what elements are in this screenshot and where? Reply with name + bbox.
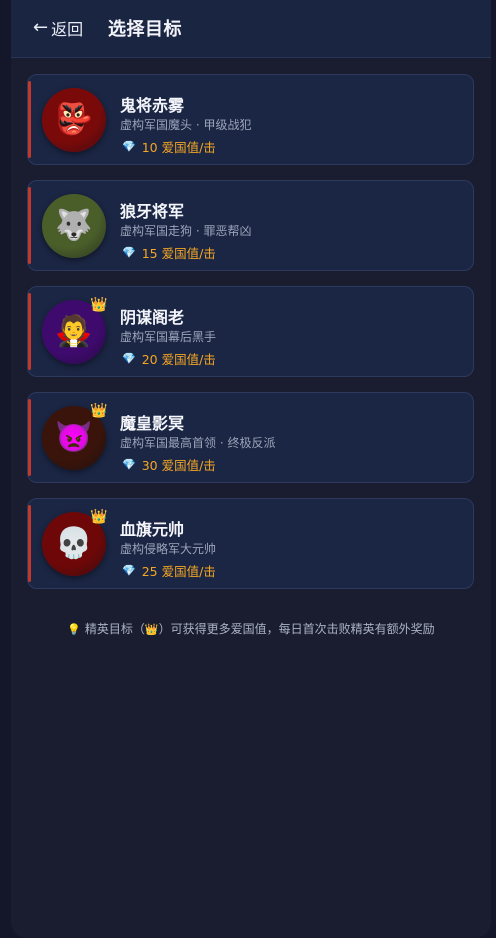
target-name: 阴谋阁老 xyxy=(120,308,185,327)
tip-text-after: ）可获得更多爱国值，每日首次击败精英有额外奖励 xyxy=(158,622,435,636)
target-card[interactable]: 👺 鬼将赤雾虚构军国魔头 · 甲级战犯 💎 10 爱国值/击 xyxy=(27,74,474,165)
gem-icon: 💎 xyxy=(122,246,136,259)
card-accent-bar xyxy=(28,81,31,158)
gem-icon: 💎 xyxy=(122,140,136,153)
card-accent-bar xyxy=(28,399,31,476)
reward-text: 25 爱国值/击 xyxy=(141,564,216,579)
target-name: 血旗元帅 xyxy=(120,520,185,539)
target-avatar: 🐺 xyxy=(42,194,106,258)
target-card[interactable]: 👿 👑 魔皇影冥虚构军国最高首领 · 终极反派 💎 30 爱国值/击 xyxy=(27,392,474,483)
target-description: 虚构军国最高首领 · 终极反派 xyxy=(120,436,276,450)
gem-icon: 💎 xyxy=(122,458,136,471)
elite-tip: 💡 精英目标（👑）可获得更多爱国值，每日首次击败精英有额外奖励 xyxy=(11,620,491,637)
target-reward: 💎 20 爱国值/击 xyxy=(122,349,216,368)
target-reward: 💎 30 爱国值/击 xyxy=(122,455,216,474)
reward-text: 30 爱国值/击 xyxy=(141,458,216,473)
app-screen: ← 返回 选择目标 👺 鬼将赤雾虚构军国魔头 · 甲级战犯 💎 10 爱国值/击 🐺 狼牙… xyxy=(11,0,491,938)
elite-crown-icon: 👑 xyxy=(90,297,108,313)
target-reward: 💎 10 爱国值/击 xyxy=(122,137,216,156)
back-button[interactable]: ← 返回 xyxy=(33,16,83,40)
devil-icon: 👿 xyxy=(55,420,93,455)
target-description: 虚构侵略军大元帅 xyxy=(120,542,217,556)
lightbulb-icon: 💡 xyxy=(67,623,82,636)
target-card[interactable]: 🧛 👑 阴谋阁老虚构军国幕后黑手 💎 20 爱国值/击 xyxy=(27,286,474,377)
top-bar: ← 返回 选择目标 xyxy=(11,0,491,58)
crown-icon: 👑 xyxy=(144,623,159,636)
target-name: 魔皇影冥 xyxy=(120,414,185,433)
target-reward: 💎 25 爱国值/击 xyxy=(122,561,216,580)
back-label: 返回 xyxy=(51,20,84,39)
vampire-icon: 🧛 xyxy=(55,314,93,349)
target-description: 虚构军国走狗 · 罪恶帮凶 xyxy=(120,224,252,238)
target-description: 虚构军国幕后黑手 xyxy=(120,330,217,344)
reward-text: 10 爱国值/击 xyxy=(141,140,216,155)
target-name: 狼牙将军 xyxy=(120,202,185,221)
elite-crown-icon: 👑 xyxy=(90,509,108,525)
target-name: 鬼将赤雾 xyxy=(120,96,185,115)
target-description: 虚构军国魔头 · 甲级战犯 xyxy=(120,118,252,132)
reward-text: 15 爱国值/击 xyxy=(141,246,216,261)
skull-icon: 💀 xyxy=(55,526,93,561)
target-list: 👺 鬼将赤雾虚构军国魔头 · 甲级战犯 💎 10 爱国值/击 🐺 狼牙将军虚构军国走狗 ·… xyxy=(27,74,474,604)
target-reward: 💎 15 爱国值/击 xyxy=(122,243,216,262)
card-accent-bar xyxy=(28,187,31,264)
reward-text: 20 爱国值/击 xyxy=(141,352,216,367)
card-accent-bar xyxy=(28,293,31,370)
wolf-icon: 🐺 xyxy=(55,208,93,243)
target-card[interactable]: 🐺 狼牙将军虚构军国走狗 · 罪恶帮凶 💎 15 爱国值/击 xyxy=(27,180,474,271)
tip-text-before: 精英目标（ xyxy=(84,622,145,636)
back-arrow-icon: ← xyxy=(33,17,49,38)
target-card[interactable]: 💀 👑 血旗元帅虚构侵略军大元帅 💎 25 爱国值/击 xyxy=(27,498,474,589)
goblin-icon: 👺 xyxy=(55,102,93,137)
target-avatar: 👺 xyxy=(42,88,106,152)
gem-icon: 💎 xyxy=(122,564,136,577)
card-accent-bar xyxy=(28,505,31,582)
page-title: 选择目标 xyxy=(108,19,182,40)
elite-crown-icon: 👑 xyxy=(90,403,108,419)
gem-icon: 💎 xyxy=(122,352,136,365)
